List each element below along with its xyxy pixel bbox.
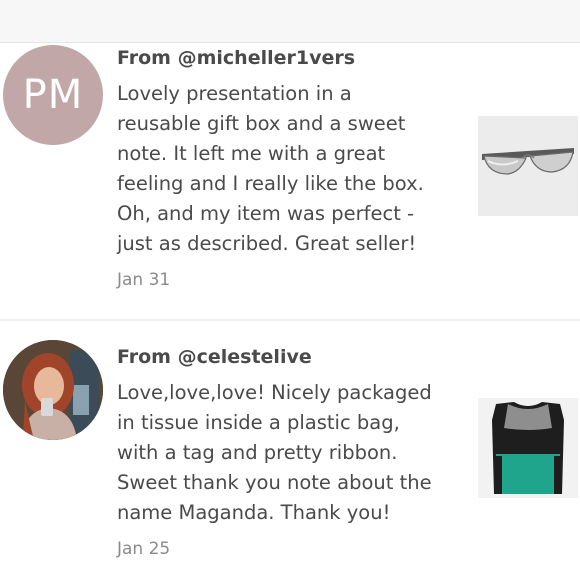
review-content: From @micheller1vers Lovely presentation… bbox=[117, 43, 462, 291]
top-bar bbox=[0, 0, 580, 43]
product-thumbnail[interactable] bbox=[478, 398, 578, 498]
review-date: Jan 31 bbox=[117, 270, 171, 290]
top-garment-icon bbox=[478, 398, 578, 498]
review-item: From @celestelive Love,love,love! Nicely… bbox=[0, 321, 580, 580]
avatar[interactable] bbox=[3, 340, 103, 440]
sunglasses-icon bbox=[478, 116, 578, 216]
review-date: Jan 25 bbox=[117, 539, 171, 559]
review-text: Love,love,love! Nicely packaged in tissu… bbox=[117, 381, 432, 524]
avatar[interactable]: PM bbox=[3, 45, 103, 145]
product-thumbnail[interactable] bbox=[478, 116, 578, 216]
review-text: Lovely presentation in a reusable gift b… bbox=[117, 82, 424, 255]
review-content: From @celestelive Love,love,love! Nicely… bbox=[117, 342, 462, 560]
user-photo-icon bbox=[3, 340, 103, 440]
review-author[interactable]: From @celestelive bbox=[117, 345, 462, 369]
avatar-initials: PM bbox=[22, 72, 84, 118]
review-item: PM From @micheller1vers Lovely presentat… bbox=[0, 43, 580, 319]
review-author[interactable]: From @micheller1vers bbox=[117, 46, 462, 70]
